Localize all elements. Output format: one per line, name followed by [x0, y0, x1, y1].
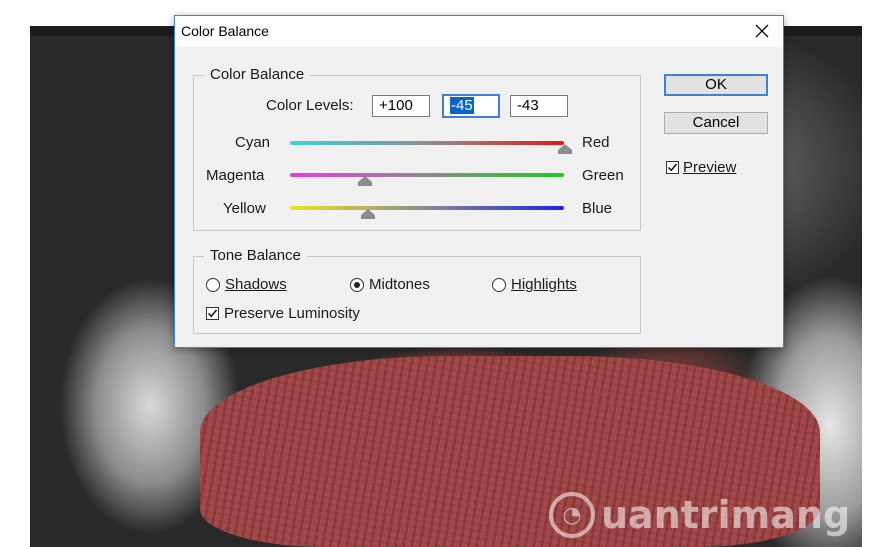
level-magenta-green-field[interactable]: -45 [442, 94, 500, 118]
level-yellow-blue-field[interactable]: -43 [510, 95, 568, 117]
magenta-green-slider-thumb[interactable] [358, 176, 372, 186]
color-levels-label: Color Levels: [266, 97, 354, 114]
highlights-radio[interactable] [492, 278, 506, 292]
green-label: Green [582, 167, 624, 184]
close-button[interactable] [747, 18, 777, 44]
dialog-title: Color Balance [181, 23, 269, 39]
midtones-label[interactable]: Midtones [369, 276, 430, 293]
preserve-luminosity-label[interactable]: Preserve Luminosity [224, 305, 360, 322]
watermark-text: uantrimang [601, 493, 851, 537]
magenta-green-slider[interactable] [290, 173, 564, 177]
preview-checkbox[interactable] [666, 161, 679, 174]
yellow-label: Yellow [223, 200, 266, 217]
tone-balance-group-label: Tone Balance [204, 247, 307, 264]
yellow-blue-slider-thumb[interactable] [361, 209, 375, 219]
midtones-radio[interactable] [350, 278, 364, 292]
cyan-red-slider[interactable] [290, 141, 564, 145]
cyan-red-slider-thumb[interactable] [558, 144, 572, 154]
checkmark-icon [667, 163, 678, 172]
yellow-blue-slider[interactable] [290, 206, 564, 210]
watermark-logo-icon: ◔ [549, 492, 595, 538]
cyan-label: Cyan [235, 134, 271, 151]
preview-label[interactable]: Preview [683, 159, 736, 176]
red-label: Red [582, 134, 610, 151]
shadows-label[interactable]: Shadows [225, 276, 287, 293]
color-balance-group-label: Color Balance [204, 66, 311, 83]
ok-button[interactable]: OK [664, 74, 768, 96]
highlights-label[interactable]: Highlights [511, 276, 577, 293]
close-icon [755, 24, 769, 38]
watermark: ◔ uantrimang [549, 492, 850, 538]
cancel-button[interactable]: Cancel [664, 112, 768, 134]
magenta-label: Magenta [206, 167, 265, 184]
tone-balance-group: Tone Balance Shadows Midtones Highlights… [193, 247, 641, 334]
titlebar: Color Balance [175, 16, 783, 47]
color-balance-group: Color Balance Color Levels: +100 -45 -43… [193, 66, 641, 231]
blue-label: Blue [582, 200, 613, 217]
preserve-luminosity-checkbox[interactable] [206, 307, 219, 320]
level-cyan-red-field[interactable]: +100 [372, 95, 430, 117]
checkmark-icon [207, 309, 218, 318]
color-balance-dialog: Color Balance Color Balance Color Levels… [174, 15, 784, 348]
shadows-radio[interactable] [206, 278, 220, 292]
